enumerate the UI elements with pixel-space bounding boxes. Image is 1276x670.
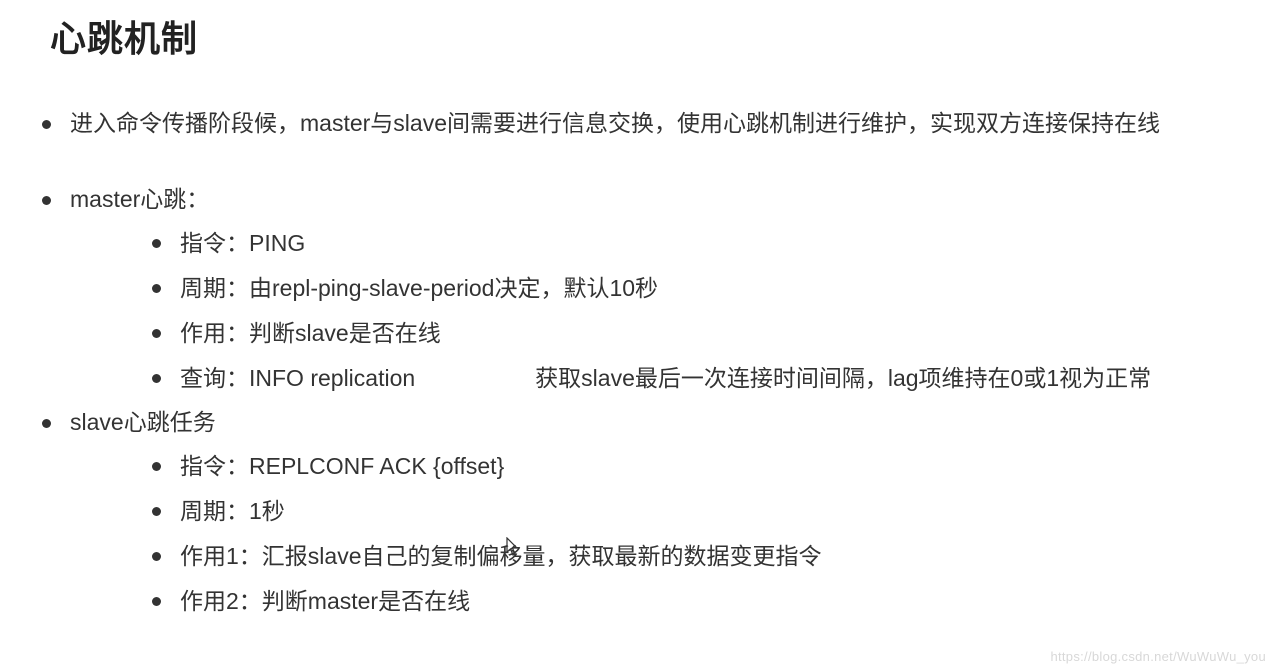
slave-heartbeat-heading: slave心跳任务 指令：REPLCONF ACK {offset} 周期：1秒… — [40, 401, 1276, 624]
intro-item: 进入命令传播阶段候，master与slave间需要进行信息交换，使用心跳机制进行… — [40, 102, 1276, 146]
master-heading-text: master心跳： — [70, 186, 209, 212]
watermark: https://blog.csdn.net/WuWuWu_you — [1050, 649, 1266, 664]
master-item-purpose: 作用：判断slave是否在线 — [150, 311, 1276, 356]
slave-item-period: 周期：1秒 — [150, 489, 1276, 534]
slave-heading-text: slave心跳任务 — [70, 409, 216, 435]
master-item-period: 周期：由repl-ping-slave-period决定，默认10秒 — [150, 266, 1276, 311]
slave-item-purpose1: 作用1：汇报slave自己的复制偏移量，获取最新的数据变更指令 — [150, 534, 1276, 579]
query-desc: 获取slave最后一次连接时间间隔，lag项维持在0或1视为正常 — [535, 365, 1151, 391]
page-title: 心跳机制 — [0, 0, 1276, 62]
master-sublist: 指令：PING 周期：由repl-ping-slave-period决定，默认1… — [70, 221, 1276, 400]
slave-item-command: 指令：REPLCONF ACK {offset} — [150, 444, 1276, 489]
sections-list: master心跳： 指令：PING 周期：由repl-ping-slave-pe… — [40, 178, 1276, 624]
query-label: 查询：INFO replication — [180, 365, 415, 391]
slave-item-purpose2: 作用2：判断master是否在线 — [150, 579, 1276, 624]
master-heartbeat-heading: master心跳： 指令：PING 周期：由repl-ping-slave-pe… — [40, 178, 1276, 401]
intro-list: 进入命令传播阶段候，master与slave间需要进行信息交换，使用心跳机制进行… — [40, 102, 1276, 146]
master-item-command: 指令：PING — [150, 221, 1276, 266]
master-item-query: 查询：INFO replication 获取slave最后一次连接时间间隔，lag… — [150, 356, 1276, 401]
document-content: 进入命令传播阶段候，master与slave间需要进行信息交换，使用心跳机制进行… — [0, 62, 1276, 624]
slave-sublist: 指令：REPLCONF ACK {offset} 周期：1秒 作用1：汇报sla… — [70, 444, 1276, 623]
